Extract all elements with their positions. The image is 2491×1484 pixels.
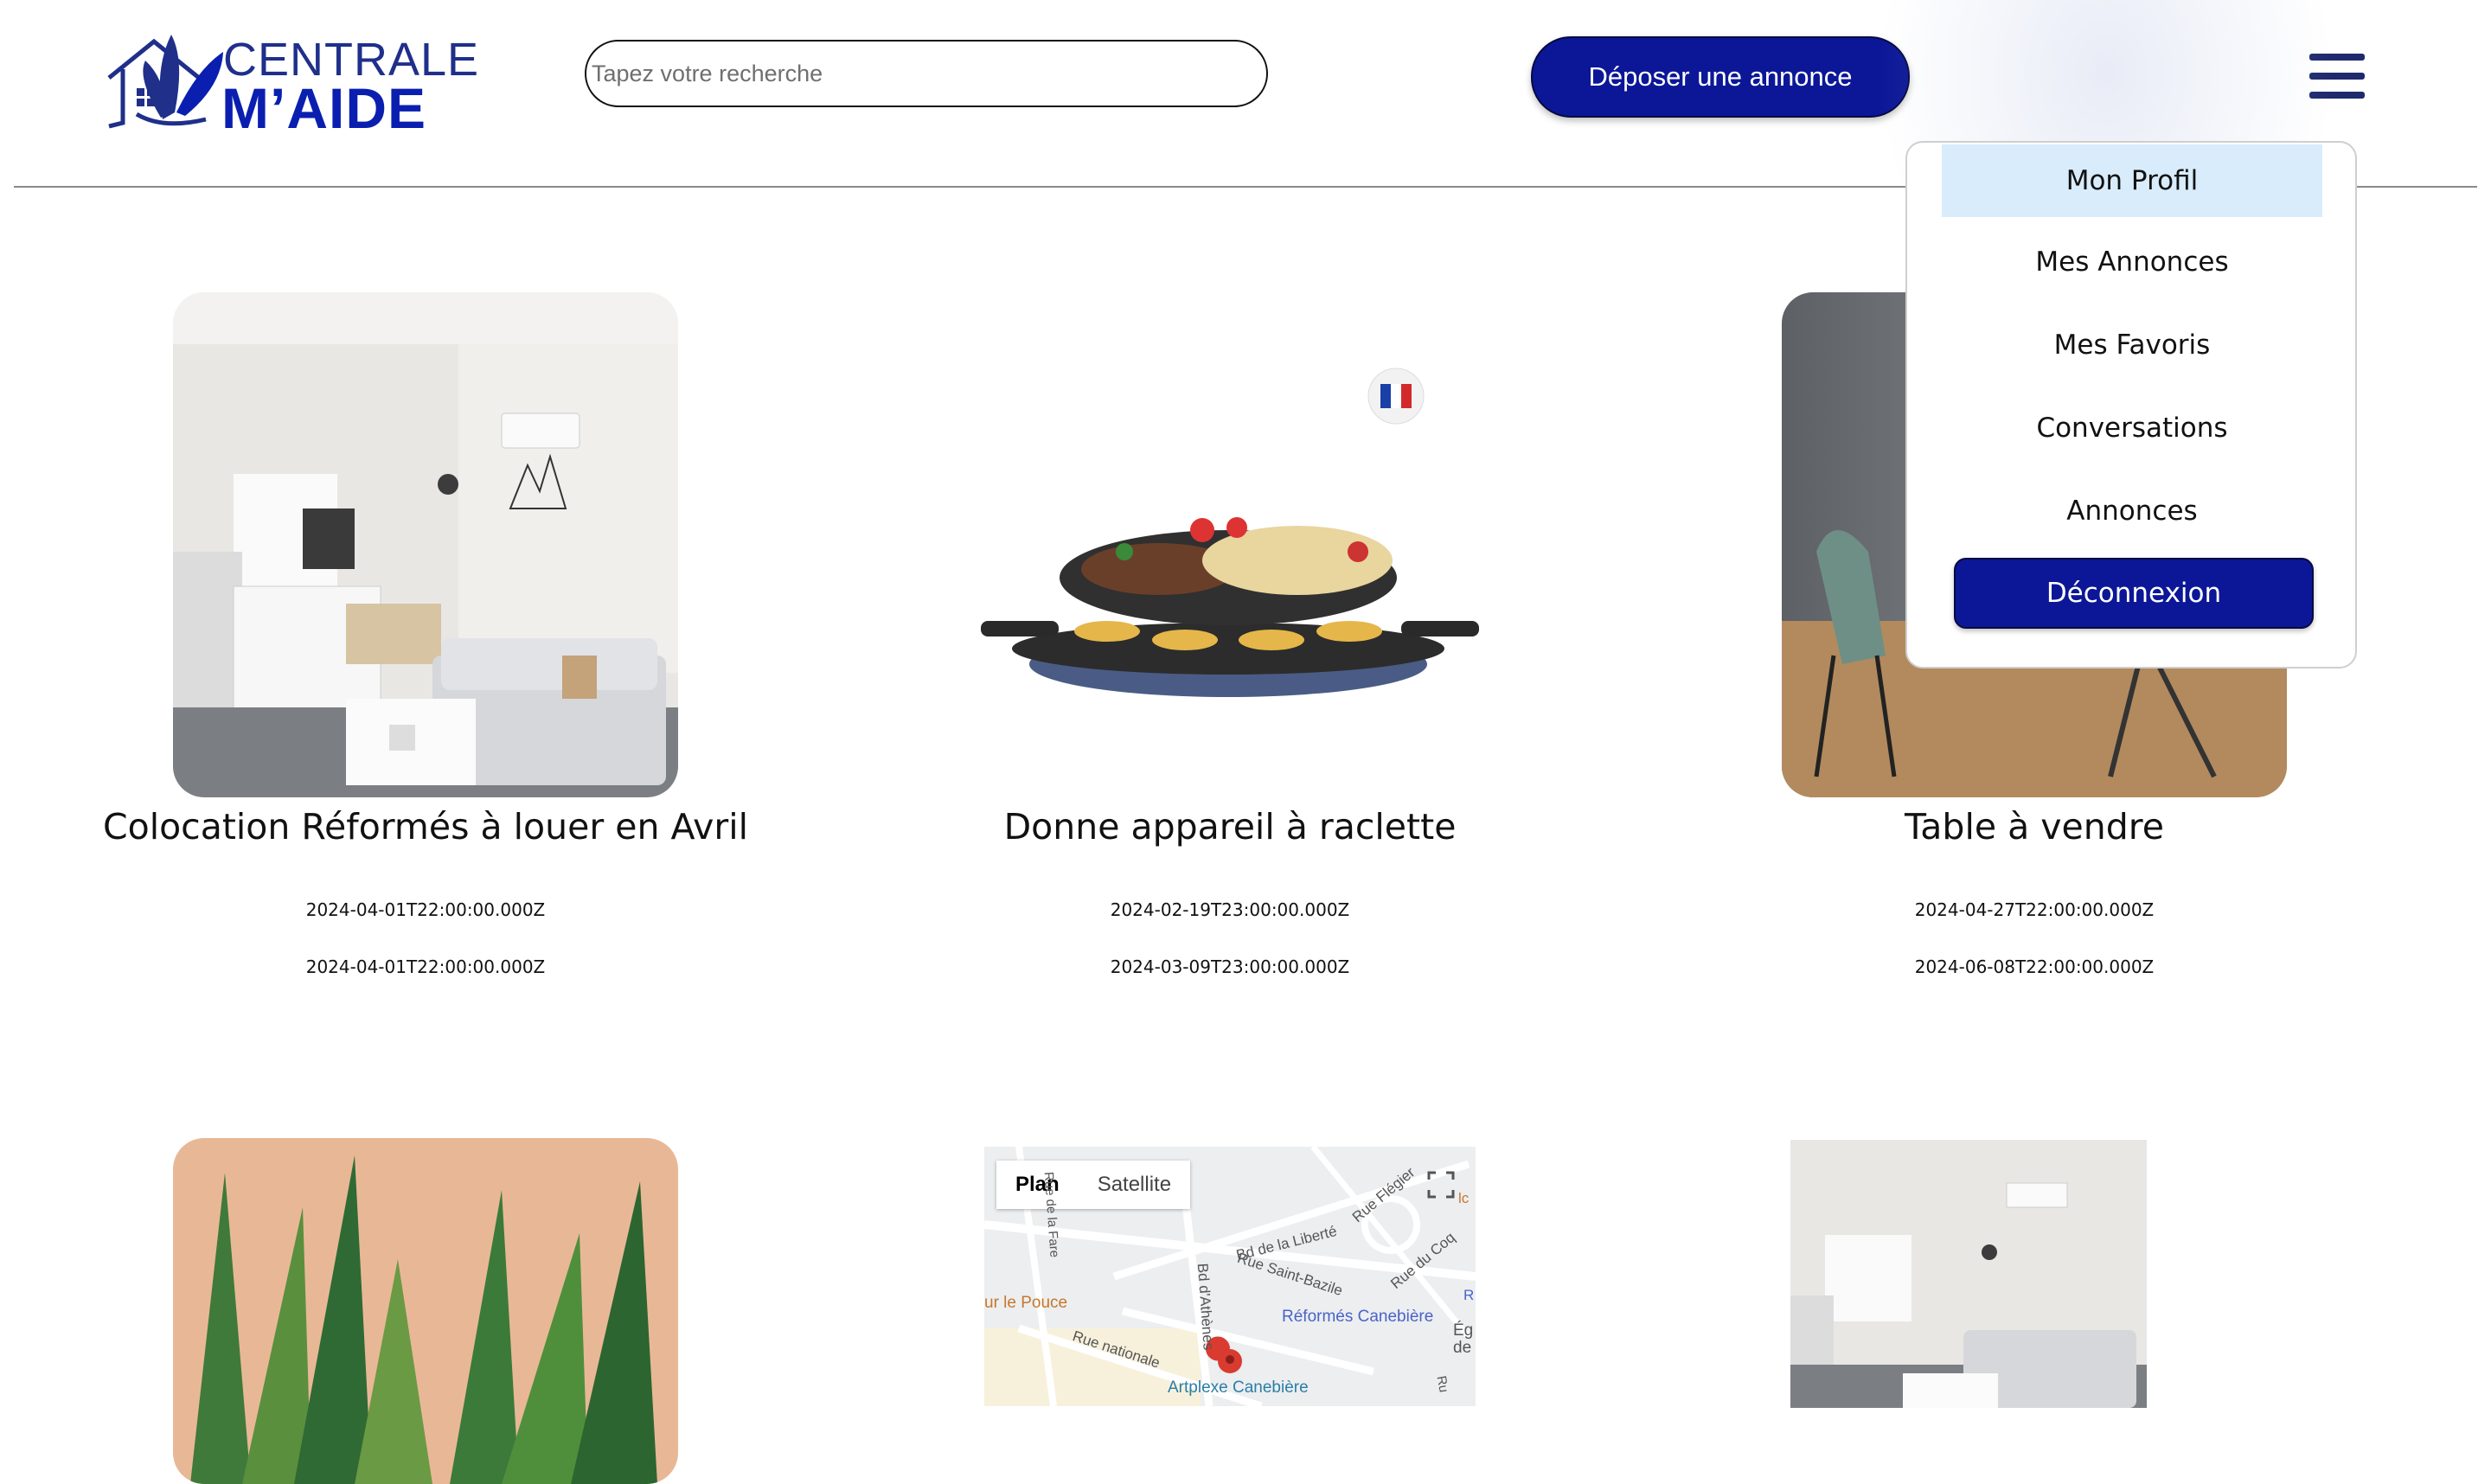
listing-image-apartment-2[interactable] <box>1790 1140 2147 1408</box>
map-label: Artplexe Canebière <box>1168 1378 1309 1397</box>
post-listing-button[interactable]: Déposer une annonce <box>1531 36 1910 118</box>
listing-title[interactable]: Colocation Réformés à louer en Avril <box>97 806 754 848</box>
listing-end-date: 2024-04-01T22:00:00.000Z <box>305 956 546 977</box>
listing-image-raclette[interactable] <box>977 292 1482 797</box>
site-logo[interactable]: CENTRALE M’AIDE <box>102 17 478 140</box>
apartment-photo <box>1790 1140 2147 1408</box>
location-map[interactable]: Plan Satellite Bd de la Liberté Rue Sain… <box>984 1147 1476 1406</box>
fullscreen-icon[interactable] <box>1424 1167 1458 1202</box>
listing-start-date: 2024-02-19T23:00:00.000Z <box>1110 899 1350 920</box>
listing-image-plants[interactable] <box>173 1138 678 1484</box>
menu-item-annonces[interactable]: Annonces <box>1942 475 2322 547</box>
menu-item-mes-favoris[interactable]: Mes Favoris <box>1942 309 2322 381</box>
map-label: de <box>1453 1339 1472 1357</box>
listing-title[interactable]: Table à vendre <box>1706 806 2363 848</box>
map-tab-plan[interactable]: Plan <box>996 1161 1079 1209</box>
map-tab-satellite[interactable]: Satellite <box>1079 1161 1190 1209</box>
menu-item-conversations[interactable]: Conversations <box>1942 392 2322 464</box>
plants-photo <box>173 1138 678 1484</box>
map-label: ur le Pouce <box>984 1294 1068 1312</box>
menu-item-mon-profil[interactable]: Mon Profil <box>1942 144 2322 217</box>
listing-end-date: 2024-06-08T22:00:00.000Z <box>1914 956 2155 977</box>
map-label: Ru <box>1433 1374 1451 1394</box>
logout-button[interactable]: Déconnexion <box>1954 558 2314 629</box>
house-leaf-logo-icon <box>107 35 223 129</box>
menu-item-mes-annonces[interactable]: Mes Annonces <box>1942 226 2322 298</box>
map-label: R <box>1463 1287 1475 1303</box>
search-input[interactable] <box>585 40 1268 107</box>
apartment-photo <box>173 292 678 797</box>
map-label: Réformés Canebière <box>1282 1308 1434 1326</box>
map-type-tabs: Plan Satellite <box>996 1161 1191 1209</box>
listing-image-apartment[interactable] <box>173 292 678 797</box>
listing-end-date: 2024-03-09T23:00:00.000Z <box>1110 956 1350 977</box>
raclette-grill-photo <box>977 292 1482 797</box>
map-label: Ég <box>1453 1321 1474 1340</box>
logo-text-line2: M’AIDE <box>221 76 426 140</box>
listing-title[interactable]: Donne appareil à raclette <box>901 806 1559 848</box>
listing-start-date: 2024-04-27T22:00:00.000Z <box>1914 899 2155 920</box>
map-label: lc <box>1458 1190 1470 1206</box>
listing-start-date: 2024-04-01T22:00:00.000Z <box>305 899 546 920</box>
user-dropdown-menu: Mon Profil Mes Annonces Mes Favoris Conv… <box>1905 141 2357 668</box>
